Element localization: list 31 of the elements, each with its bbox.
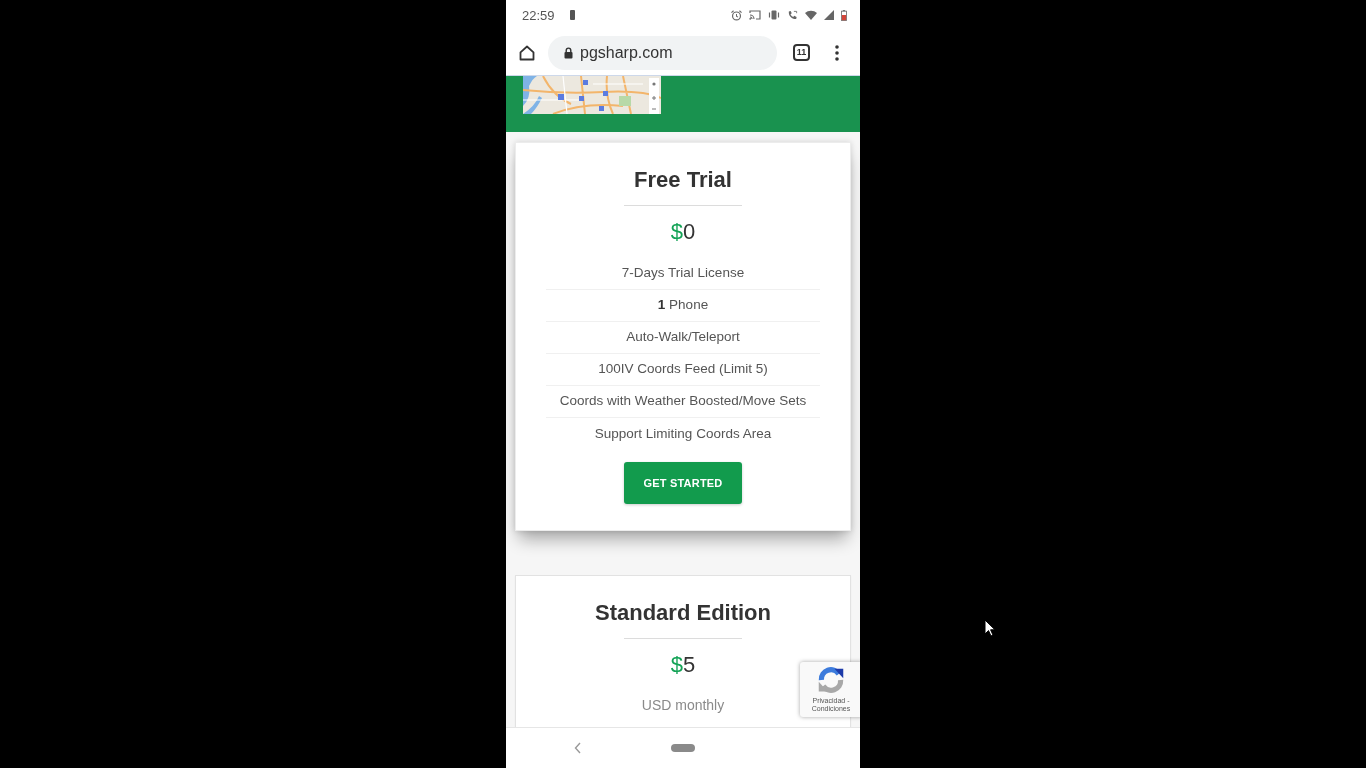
wifi-icon — [805, 10, 817, 20]
vibrate-icon — [768, 10, 780, 20]
plan-title: Free Trial — [634, 166, 732, 194]
back-icon[interactable] — [574, 742, 582, 754]
notification-icon — [569, 10, 575, 20]
plan-price: $0 — [670, 218, 696, 246]
home-icon[interactable] — [519, 44, 535, 61]
feature-item: 100IV Coords Feed (Limit 5) — [598, 360, 768, 379]
get-started-button[interactable]: GET STARTED — [624, 462, 742, 504]
tab-count-button[interactable]: 11 — [793, 44, 810, 61]
mouse-cursor-icon — [984, 619, 996, 637]
alarm-clock-icon — [731, 9, 742, 21]
signal-icon — [824, 10, 834, 20]
address-bar[interactable]: pgsharp.com — [548, 35, 777, 70]
url-text: pgsharp.com — [580, 44, 673, 61]
battery-icon — [841, 9, 847, 21]
clock-time: 22:59 — [522, 8, 555, 22]
feature-item: Auto-Walk/Teleport — [626, 328, 740, 347]
home-handle[interactable] — [671, 744, 695, 752]
circular-arrows-icon[interactable] — [817, 666, 845, 694]
price-period: USD monthly — [641, 696, 725, 715]
plan-title: Standard Edition — [595, 599, 771, 627]
cast-icon — [749, 10, 761, 20]
feature-item: 7-Days Trial License — [621, 264, 745, 283]
feature-item: Coords with Weather Boosted/Move Sets — [559, 392, 807, 411]
feature-item: Support Limiting Coords Area — [594, 424, 772, 443]
feature-item: 1 Phone — [657, 296, 709, 315]
more-options-icon[interactable] — [835, 44, 839, 61]
plan-price: $5 — [670, 651, 696, 679]
phone-call-icon — [787, 9, 798, 21]
lock-icon — [564, 46, 573, 59]
